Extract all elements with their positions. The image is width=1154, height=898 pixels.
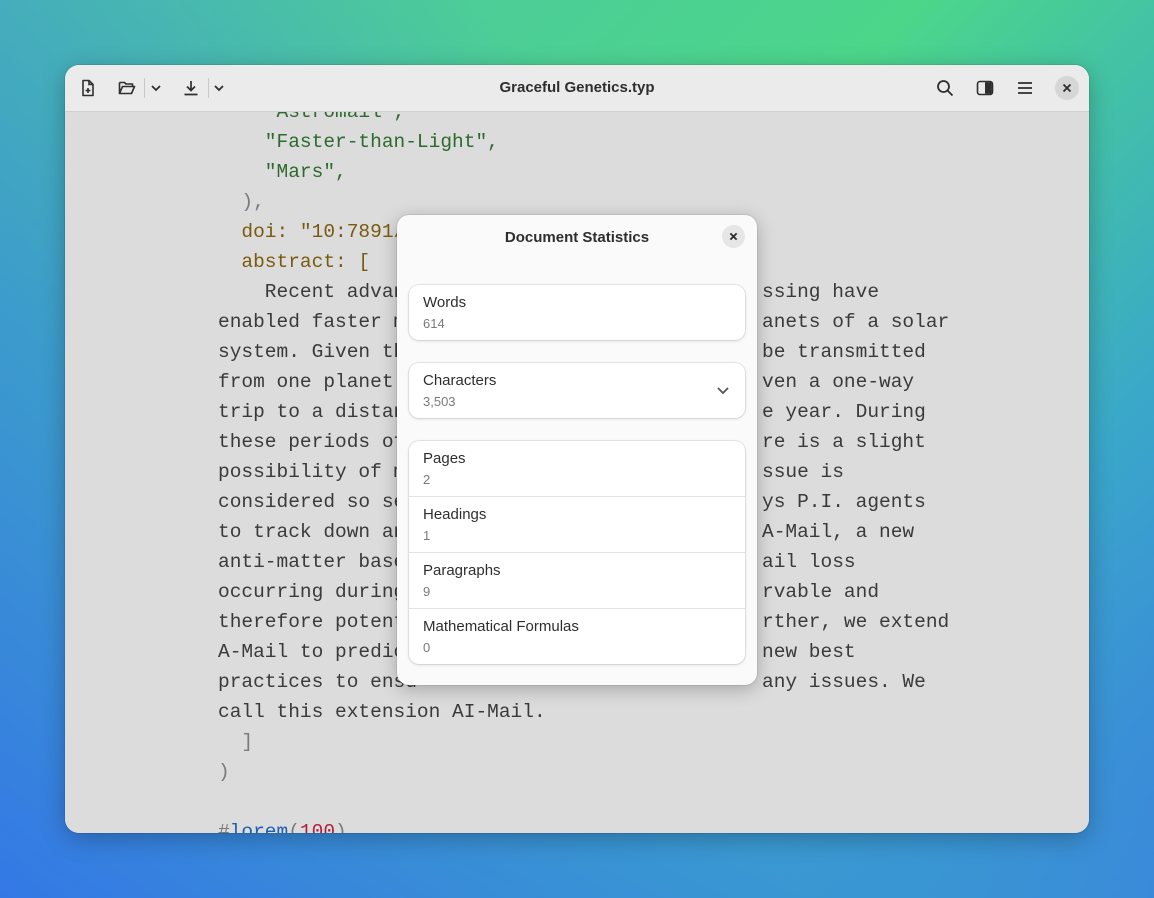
chevron-down-icon <box>717 387 729 395</box>
code-line: abstract: [ <box>218 247 370 277</box>
close-icon <box>729 232 738 241</box>
code-line: to track down and <box>218 521 417 543</box>
words-card: Words 614 <box>409 285 745 340</box>
code-line-fragment: A-Mail, a new <box>762 521 915 543</box>
stat-value: 0 <box>423 640 431 655</box>
stat-value: 9 <box>423 584 431 599</box>
stat-label: Characters <box>423 372 497 389</box>
code-line: these periods of <box>218 431 406 453</box>
dialog-close-button[interactable] <box>722 225 745 248</box>
code-line-fragment: ssing have <box>762 281 880 303</box>
stat-value: 2 <box>423 472 431 487</box>
code-line-fragment: re is a slight <box>762 431 926 453</box>
code-line-text: ) <box>218 761 230 783</box>
stat-row-characters[interactable]: Characters 3,503 <box>409 363 745 418</box>
stat-value: 1 <box>423 528 431 543</box>
code-line-text: "Astromail", <box>218 112 406 123</box>
code-line-text: doi: "10:7891/1 <box>218 221 417 243</box>
save-menu-button[interactable] <box>206 74 232 102</box>
stat-value: 3,503 <box>423 394 456 409</box>
stat-row-paragraphs: Paragraphs 9 <box>409 552 745 608</box>
header-bar: Graceful Genetics.typ <box>65 65 1089 112</box>
open-document-button[interactable] <box>112 74 142 102</box>
code-line: possibility of ma <box>218 461 417 483</box>
code-line: therefore potenti <box>218 611 417 633</box>
code-line-fragment: ssue is <box>762 461 844 483</box>
close-icon <box>1062 83 1072 93</box>
document-stats-card: Pages 2 Headings 1 Paragraphs 9 Mathemat… <box>409 441 745 664</box>
code-line: "Faster-than-Light", <box>218 127 499 157</box>
code-line: #lorem(100) <box>218 821 347 833</box>
code-line: A-Mail to predict <box>218 641 417 663</box>
code-line: Recent advanc <box>218 281 417 303</box>
search-button[interactable] <box>930 74 960 102</box>
code-line: doi: "10:7891/1 <box>218 217 417 247</box>
stat-value: 614 <box>423 316 445 331</box>
stat-label: Pages <box>423 450 466 467</box>
stat-row-pages: Pages 2 <box>409 441 745 496</box>
code-line: anti-matter based <box>218 551 417 573</box>
search-icon <box>937 80 954 97</box>
window-close-button[interactable] <box>1055 76 1079 100</box>
dialog-title: Document Statistics <box>504 229 650 246</box>
code-line-fragment: rther, we extend <box>762 611 950 633</box>
code-line: trip to a distant <box>218 401 417 423</box>
code-line: ), <box>218 187 265 217</box>
download-icon <box>184 81 198 96</box>
code-line-fragment: e year. During <box>762 401 926 423</box>
chevron-down-icon <box>151 85 161 92</box>
stat-label: Paragraphs <box>423 562 501 579</box>
code-line: from one planet t <box>218 371 417 393</box>
code-line: system. Given the <box>218 341 417 363</box>
code-line-fragment: anets of a solar <box>762 311 950 333</box>
expand-button[interactable] <box>715 382 731 403</box>
code-line: ) <box>218 757 230 787</box>
save-button[interactable] <box>176 74 206 102</box>
stat-label: Headings <box>423 506 487 523</box>
code-line-text: ] <box>218 731 254 753</box>
characters-card[interactable]: Characters 3,503 <box>409 363 745 418</box>
code-line-text: "Mars", <box>218 161 347 183</box>
code-line: "Astromail", <box>218 112 405 127</box>
hamburger-menu-icon <box>1018 82 1032 94</box>
new-document-button[interactable] <box>73 74 103 102</box>
code-line: "Mars", <box>218 157 347 187</box>
sidebar-toggle-icon <box>976 80 994 96</box>
document-statistics-dialog: Document Statistics Words 614 Characters… <box>397 215 757 685</box>
code-line-text: abstract: [ <box>218 251 371 273</box>
stat-row-headings: Headings 1 <box>409 496 745 552</box>
code-line-fragment: any issues. We <box>762 671 926 693</box>
code-line-fragment: be transmitted <box>762 341 926 363</box>
code-line-text: "Faster-than-Light", <box>218 131 499 153</box>
stat-label: Words <box>423 294 467 311</box>
main-menu-button[interactable] <box>1010 74 1040 102</box>
code-line-text: ), <box>218 191 265 213</box>
code-line-fragment: ail loss <box>762 551 856 573</box>
stat-label: Mathematical Formulas <box>423 618 579 635</box>
code-line-fragment: rvable and <box>762 581 880 603</box>
stat-row-mathematical-formulas: Mathematical Formulas 0 <box>409 608 745 664</box>
stat-row-words: Words 614 <box>409 285 745 340</box>
folder-open-icon <box>118 81 136 95</box>
code-line: call this extension AI-Mail. <box>218 701 546 723</box>
document-new-icon <box>82 79 94 97</box>
code-line: enabled faster ma <box>218 311 417 333</box>
code-line: considered so ser <box>218 491 417 513</box>
code-line-fragment: new best <box>762 641 856 663</box>
code-line: occurring during <box>218 581 406 603</box>
chevron-down-icon <box>214 85 224 92</box>
code-line: practices to ensu <box>218 671 417 693</box>
code-line-fragment: ys P.I. agents <box>762 491 926 513</box>
toggle-preview-button[interactable] <box>970 74 1000 102</box>
open-menu-button[interactable] <box>143 74 169 102</box>
code-line-fragment: ven a one-way <box>762 371 915 393</box>
code-line: ] <box>218 727 253 757</box>
